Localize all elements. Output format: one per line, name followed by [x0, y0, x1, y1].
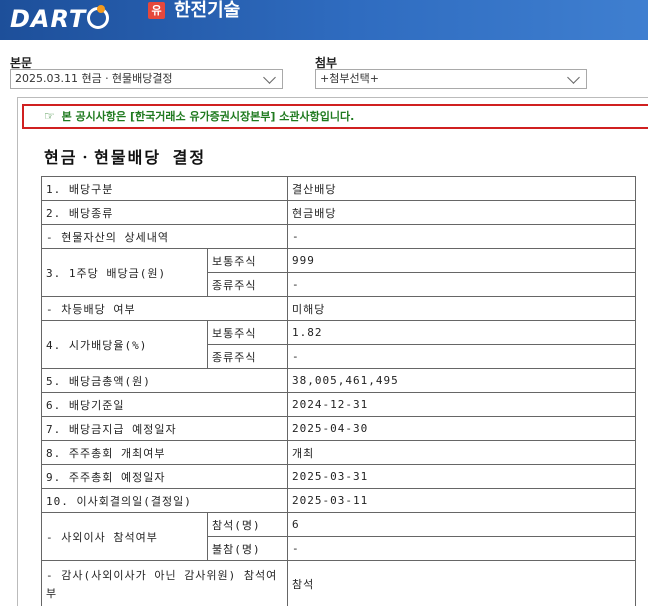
dart-header: DART 유 한전기술	[0, 0, 648, 40]
table-row: - 현물자산의 상세내역 -	[40, 224, 637, 249]
row-sublabel: 참석(명)	[206, 512, 289, 537]
row-label: 10. 이사회결의일(결정일)	[40, 488, 289, 513]
row-value: -	[287, 224, 637, 249]
main-doc-select[interactable]: 2025.03.11 현금ㆍ현물배당결정	[10, 69, 283, 89]
table-row: 10. 이사회결의일(결정일) 2025-03-11	[40, 488, 637, 513]
row-label: - 현물자산의 상세내역	[40, 224, 289, 249]
table-row: 6. 배당기준일 2024-12-31	[40, 392, 637, 417]
row-value: 1.82	[287, 320, 637, 345]
row-value: 2025-04-30	[287, 416, 637, 441]
row-value: 999	[287, 248, 637, 273]
table-row: - 사외이사 참석여부 참석(명) 6	[41, 512, 637, 561]
chevron-down-icon	[567, 71, 580, 84]
attachment-select-value: +첨부선택+	[320, 72, 379, 85]
row-label: 1. 배당구분	[40, 176, 289, 201]
attachment-select[interactable]: +첨부선택+	[315, 69, 587, 89]
main-doc-select-value: 2025.03.11 현금ㆍ현물배당결정	[15, 72, 173, 85]
document-title: 현금ㆍ현물배당 결정	[44, 148, 207, 167]
table-row: 1. 배당구분 결산배당	[40, 176, 637, 201]
table-row: 4. 시가배당율(%) 보통주식 1.82	[41, 320, 637, 369]
row-label: 8. 주주총회 개최여부	[40, 440, 289, 465]
table-row: 9. 주주총회 예정일자 2025-03-31	[40, 464, 637, 489]
jurisdiction-notice: ☞ 본 공시사항은 [한국거래소 유가증권시장본부] 소관사항입니다.	[22, 104, 648, 129]
row-label: 2. 배당종류	[40, 200, 289, 225]
row-value: 2024-12-31	[287, 392, 637, 417]
row-value: -	[287, 272, 637, 297]
dart-logo[interactable]: DART	[10, 5, 110, 33]
row-sublabel: 보통주식	[206, 248, 289, 273]
row-sublabel: 종류주식	[206, 344, 289, 369]
row-value: 2025-03-31	[287, 464, 637, 489]
row-value: 2025-03-11	[287, 488, 637, 513]
market-badge: 유	[148, 2, 165, 19]
notice-text: 본 공시사항은 [한국거래소 유가증권시장본부] 소관사항입니다.	[61, 110, 355, 123]
row-label: 9. 주주총회 예정일자	[40, 464, 289, 489]
row-label: 5. 배당금총액(원)	[40, 368, 289, 393]
table-row: - 차등배당 여부 미해당	[40, 296, 637, 321]
pointing-hand-icon: ☞	[44, 109, 55, 123]
table-row: 2. 배당종류 현금배당	[40, 200, 637, 225]
row-value: 6	[287, 512, 637, 537]
company-name[interactable]: 한전기술	[174, 0, 240, 22]
dividend-table: 1. 배당구분 결산배당 2. 배당종류 현금배당 - 현물자산의 상세내역 -…	[40, 176, 637, 606]
dart-logo-text: DART	[10, 5, 87, 33]
row-label: - 사외이사 참석여부	[41, 512, 208, 561]
row-value: 참석	[287, 560, 637, 606]
row-value: -	[287, 344, 637, 369]
row-label: 7. 배당금지급 예정일자	[40, 416, 289, 441]
row-value: 결산배당	[287, 176, 637, 201]
row-sublabel: 보통주식	[206, 320, 289, 345]
table-row: 8. 주주총회 개최여부 개최	[40, 440, 637, 465]
row-sublabel: 종류주식	[206, 272, 289, 297]
row-label: 3. 1주당 배당금(원)	[41, 248, 208, 297]
row-value: 38,005,461,495	[287, 368, 637, 393]
table-row: 7. 배당금지급 예정일자 2025-04-30	[40, 416, 637, 441]
row-label: - 차등배당 여부	[40, 296, 289, 321]
table-row: 5. 배당금총액(원) 38,005,461,495	[40, 368, 637, 393]
row-value: 개최	[287, 440, 637, 465]
table-row: 3. 1주당 배당금(원) 보통주식 999	[41, 248, 637, 297]
row-label: 4. 시가배당율(%)	[41, 320, 208, 369]
row-label: - 감사(사외이사가 아닌 감사위원) 참석여부	[40, 560, 289, 606]
row-value: 현금배당	[287, 200, 637, 225]
row-label: 6. 배당기준일	[40, 392, 289, 417]
dart-logo-mark-icon	[87, 5, 110, 29]
table-row: - 감사(사외이사가 아닌 감사위원) 참석여부 참석	[40, 560, 637, 606]
chevron-down-icon	[263, 71, 276, 84]
row-sublabel: 불참(명)	[206, 536, 289, 561]
row-value: -	[287, 536, 637, 561]
row-value: 미해당	[287, 296, 637, 321]
